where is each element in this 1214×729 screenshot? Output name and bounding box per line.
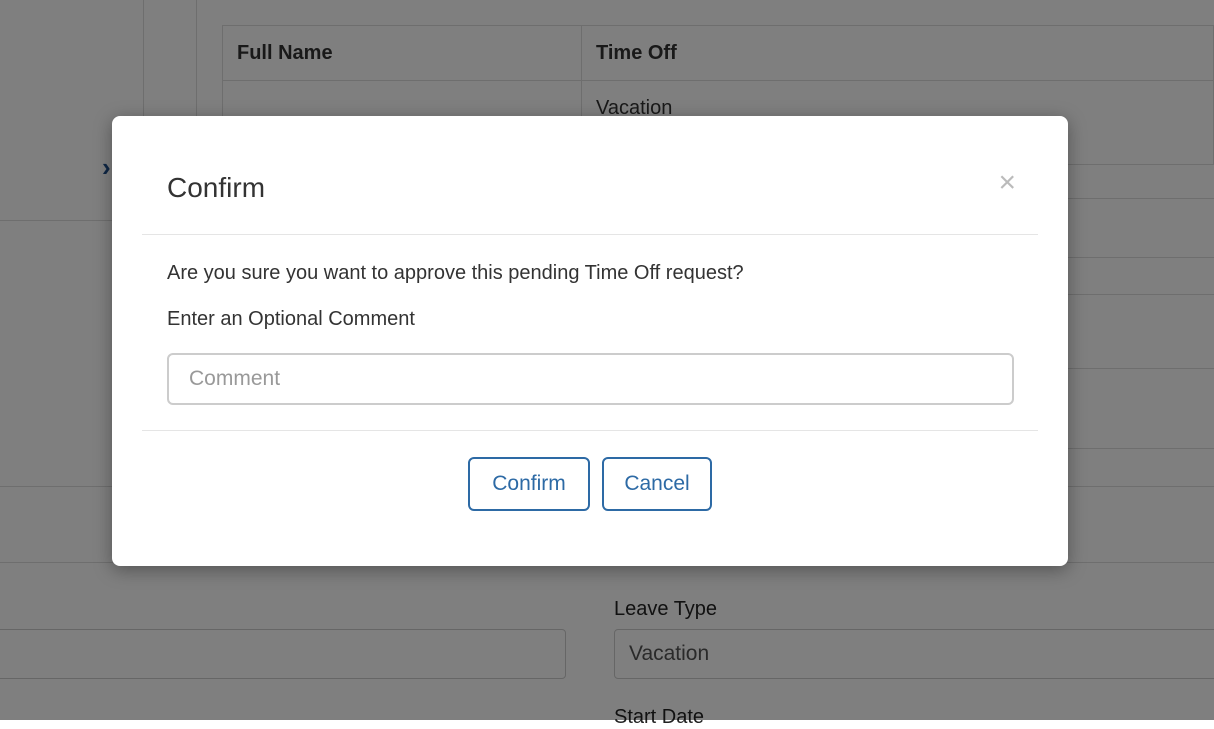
confirm-question: Are you sure you want to approve this pe… xyxy=(167,262,744,284)
comment-input[interactable] xyxy=(167,353,1014,405)
confirm-button[interactable]: Confirm xyxy=(468,457,590,511)
header-divider xyxy=(142,234,1038,235)
footer-divider xyxy=(142,430,1038,431)
comment-label: Enter an Optional Comment xyxy=(167,308,415,330)
close-icon[interactable]: × xyxy=(998,168,1016,198)
dialog-title: Confirm xyxy=(167,172,266,203)
confirm-dialog: Confirm × Are you sure you want to appro… xyxy=(112,116,1068,566)
cancel-button[interactable]: Cancel xyxy=(602,457,712,511)
